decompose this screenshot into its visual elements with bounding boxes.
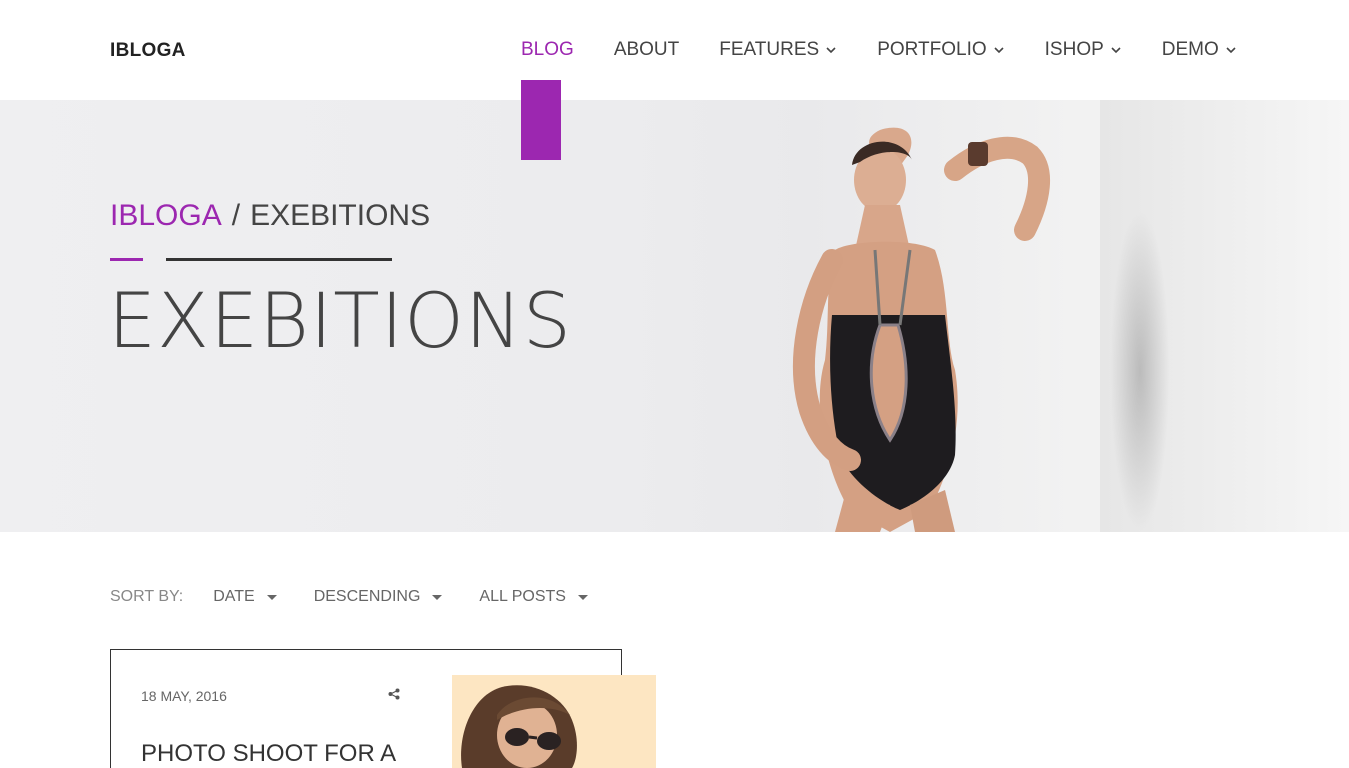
chevron-down-icon: [1225, 44, 1237, 56]
sort-label: SORT BY:: [110, 588, 184, 605]
site-logo[interactable]: IBLOGA: [110, 40, 186, 62]
post-filter-dropdown[interactable]: ALL POSTS: [479, 588, 588, 606]
chevron-down-icon: [1110, 44, 1122, 56]
chevron-down-icon: [993, 44, 1005, 56]
caret-down-icon: [432, 594, 443, 600]
site-header: IBLOGA BLOG ABOUT FEATURES PORTFOLIO ISH…: [0, 0, 1349, 100]
hero-model-image: [793, 127, 1051, 532]
hero-divider-line: [166, 258, 392, 261]
nav-item-ishop[interactable]: ISHOP: [1045, 39, 1122, 61]
hero-accent-line: [110, 258, 143, 261]
chevron-down-icon: [825, 44, 837, 56]
caret-down-icon: [577, 594, 588, 600]
nav-item-features[interactable]: FEATURES: [719, 39, 837, 61]
dropdown-value: DATE: [213, 588, 255, 605]
sort-order-dropdown[interactable]: DESCENDING: [314, 588, 443, 606]
nav-item-demo[interactable]: DEMO: [1162, 39, 1237, 61]
nav-item-about[interactable]: ABOUT: [614, 39, 679, 61]
main-nav: BLOG ABOUT FEATURES PORTFOLIO ISHOP DEMO: [521, 39, 1237, 61]
post-date: 18 MAY, 2016: [141, 688, 227, 704]
sort-bar: SORT BY: DATE DESCENDING ALL POSTS: [110, 588, 625, 606]
dropdown-value: DESCENDING: [313, 588, 421, 605]
sort-by-date-dropdown[interactable]: DATE: [213, 588, 277, 606]
caret-down-icon: [266, 594, 277, 600]
nav-item-label: PORTFOLIO: [877, 39, 987, 60]
post-title[interactable]: PHOTO SHOOT FOR A: [141, 740, 396, 768]
breadcrumb: IBLOGA / EXEBITIONS: [110, 199, 430, 233]
nav-item-portfolio[interactable]: PORTFOLIO: [877, 39, 1004, 61]
share-icon[interactable]: [388, 687, 400, 700]
nav-item-label: FEATURES: [719, 39, 820, 60]
active-nav-indicator: [521, 80, 561, 160]
dropdown-value: ALL POSTS: [479, 588, 566, 605]
nav-item-label: DEMO: [1161, 39, 1219, 60]
post-thumbnail-image[interactable]: [452, 675, 656, 768]
nav-item-label: BLOG: [521, 39, 574, 60]
nav-item-label: ISHOP: [1044, 39, 1104, 60]
page-title: EXEBITIONS: [108, 276, 573, 365]
page-hero: IBLOGA / EXEBITIONS EXEBITIONS: [0, 100, 1349, 532]
nav-item-label: ABOUT: [613, 39, 680, 60]
breadcrumb-home-link[interactable]: IBLOGA: [110, 199, 222, 232]
breadcrumb-separator: /: [231, 199, 241, 232]
nav-item-blog[interactable]: BLOG: [521, 39, 574, 61]
breadcrumb-current: EXEBITIONS: [250, 199, 431, 232]
